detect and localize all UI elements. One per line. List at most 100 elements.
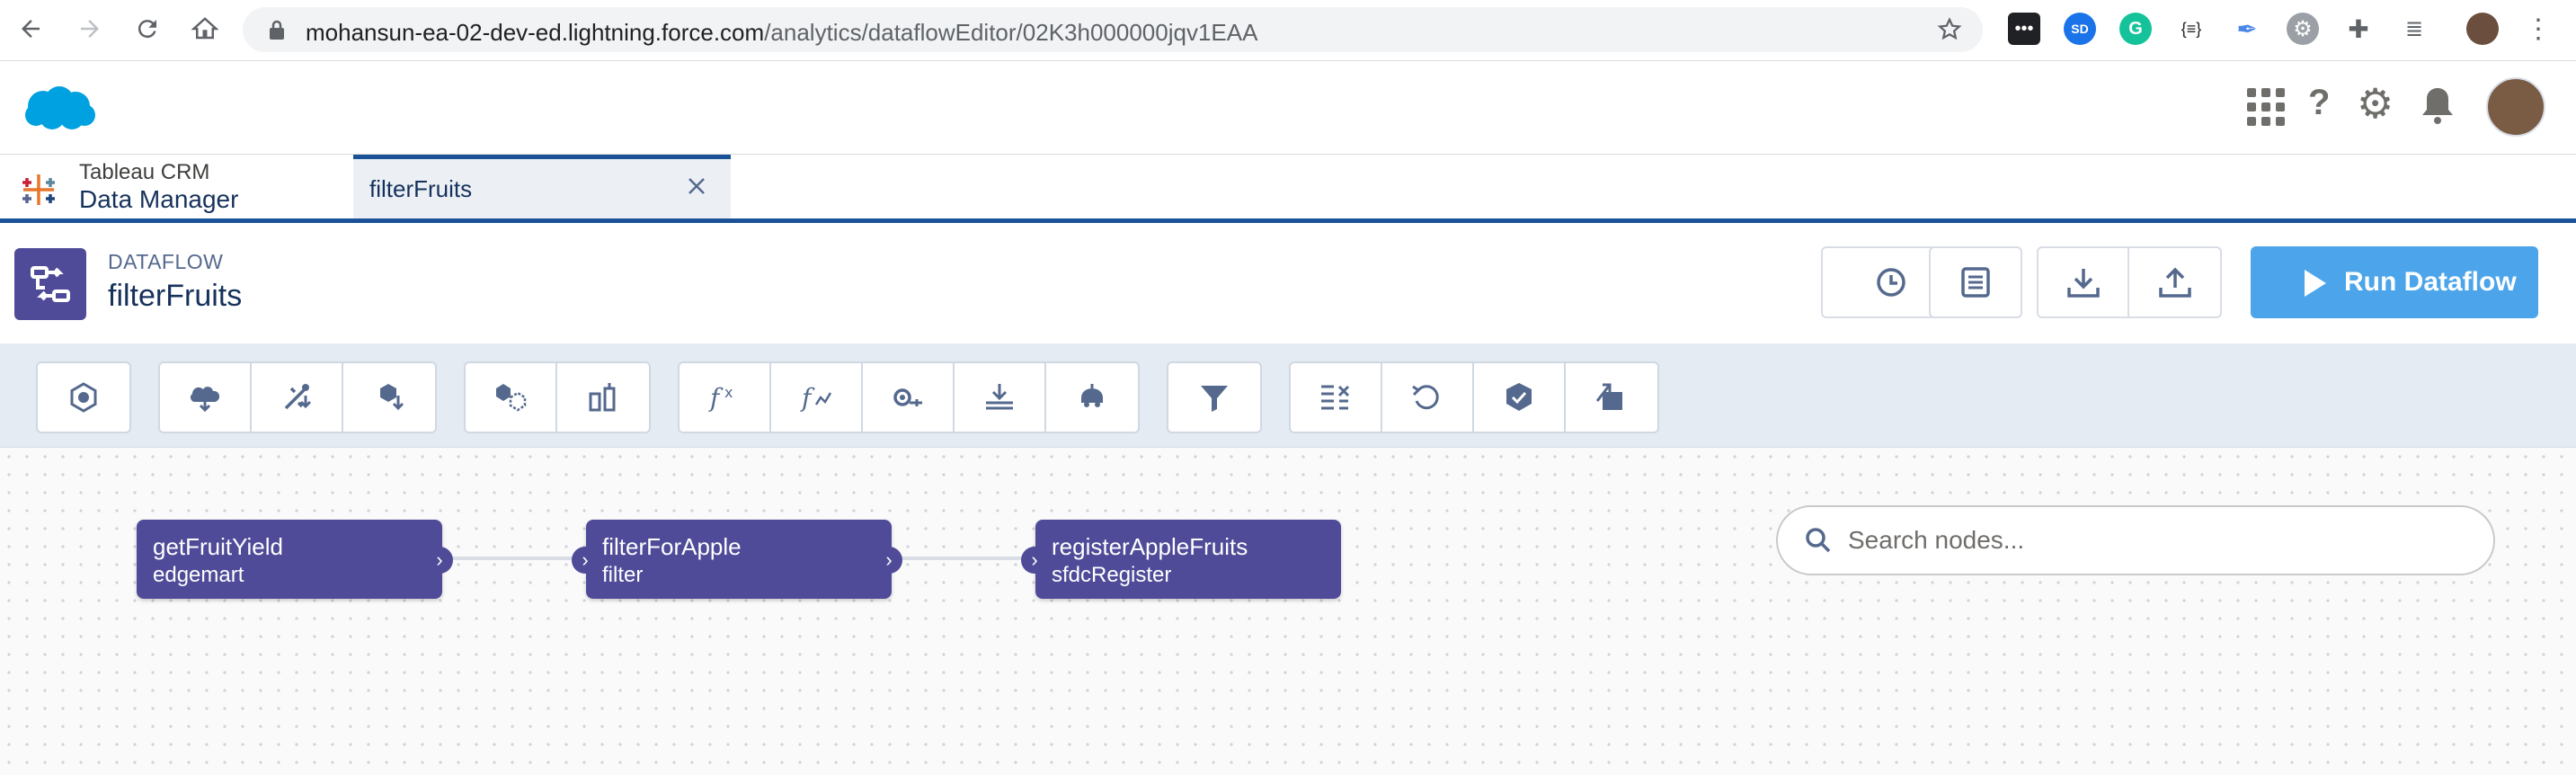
tab-filterfruits[interactable]: filterFruits [353, 155, 731, 218]
flatten-button[interactable] [955, 363, 1046, 432]
toolbar-group-sources [158, 361, 437, 433]
digest-button[interactable] [252, 363, 343, 432]
slice-dataset-icon [1321, 385, 1350, 410]
compute-relative-icon: f [800, 383, 832, 413]
download-button[interactable] [2039, 248, 2130, 316]
page-title: filterFruits [108, 279, 243, 313]
play-icon [2305, 270, 2326, 297]
media-queue-icon[interactable]: ≣ [2398, 13, 2430, 45]
compute-expression-button[interactable]: fx [680, 363, 771, 432]
search-icon [1806, 528, 1831, 553]
user-avatar[interactable] [2486, 77, 2545, 137]
dataflow-icon [14, 248, 86, 320]
node-getfruityield[interactable]: getFruitYield edgemart [137, 520, 442, 599]
edgemart-button[interactable] [343, 363, 435, 432]
ext-json-icon[interactable]: {≡} [2175, 13, 2207, 45]
page-header: DATAFLOW filterFruits Run Dataflow [0, 223, 2576, 343]
edgemart-icon [380, 384, 404, 411]
download-upload-group [2037, 246, 2222, 318]
dataflow-canvas[interactable]: getFruitYield edgemart › filterForApple … [0, 448, 2576, 775]
svg-text:f: f [708, 383, 724, 413]
node-type: sfdcRegister [1052, 563, 1172, 587]
export-button[interactable] [1566, 363, 1657, 432]
node-registerapplefruits[interactable]: registerAppleFruits sfdcRegister [1035, 520, 1341, 599]
close-tab-icon[interactable] [686, 175, 707, 201]
salesforce-logo[interactable] [22, 83, 97, 139]
notifications-bell-icon[interactable] [2420, 86, 2456, 129]
filter-icon [1201, 386, 1228, 412]
node-name: getFruitYield [153, 533, 283, 560]
dataset-builder-button[interactable] [38, 363, 129, 432]
prediction-icon [1081, 384, 1103, 407]
filter-button[interactable] [1168, 363, 1260, 432]
forward-icon[interactable] [72, 11, 108, 47]
compute-expression-icon: fx [708, 383, 733, 413]
edge-connector [892, 557, 1035, 560]
browser-menu-icon[interactable]: ⋮ [2522, 13, 2554, 45]
toolbar-group-transform: fx f [678, 361, 1140, 433]
augment-button[interactable] [557, 363, 649, 432]
svg-text:f: f [800, 383, 815, 413]
global-header: ? ⚙ [0, 61, 2576, 155]
download-icon [2066, 269, 2100, 298]
node-input-chevron-icon[interactable]: › [572, 547, 599, 574]
node-name: registerAppleFruits [1052, 533, 1248, 560]
dataset-builder-icon [70, 382, 97, 413]
toolbar-group-combine [464, 361, 651, 433]
bookmark-star-icon[interactable] [1936, 16, 1963, 48]
digest-icon [284, 384, 312, 410]
compute-relative-button[interactable]: f [771, 363, 863, 432]
export-icon [1595, 383, 1622, 410]
ext-dots-icon[interactable]: ••• [2008, 13, 2040, 45]
history-clock-icon [1877, 268, 1905, 297]
help-icon[interactable]: ? [2308, 83, 2330, 123]
toolbar-group-builder [36, 361, 131, 433]
ext-gear-icon[interactable]: ⚙ [2287, 13, 2319, 45]
reload-icon[interactable] [129, 11, 165, 47]
back-icon[interactable] [13, 11, 49, 47]
search-nodes-input[interactable] [1848, 526, 2459, 555]
home-icon[interactable] [187, 11, 223, 47]
app-brand-line1: Tableau CRM [79, 160, 210, 184]
app-tab-bar: Tableau CRM Data Manager filterFruits [0, 155, 2576, 223]
tab-label: filterFruits [369, 175, 473, 202]
document-icon [1961, 267, 1990, 298]
app-brand-line2: Data Manager [79, 185, 239, 213]
update-button[interactable] [1382, 363, 1474, 432]
dim2mea-icon [893, 388, 922, 406]
prediction-button[interactable] [1046, 363, 1138, 432]
run-dataflow-button[interactable]: Run Dataflow [2251, 246, 2538, 318]
setup-gear-icon[interactable]: ⚙ [2357, 81, 2394, 126]
sfdc-digest-icon [191, 387, 220, 413]
address-bar[interactable]: mohansun-ea-02-dev-ed.lightning.force.co… [243, 7, 1983, 52]
browser-bar: mohansun-ea-02-dev-ed.lightning.force.co… [0, 0, 2576, 61]
append-button[interactable] [466, 363, 557, 432]
sfdc-register-button[interactable] [1474, 363, 1566, 432]
node-input-chevron-icon[interactable]: › [1021, 547, 1048, 574]
update-icon [1412, 385, 1439, 410]
url-text: mohansun-ea-02-dev-ed.lightning.force.co… [306, 19, 1258, 46]
extensions-puzzle-icon[interactable]: ✚ [2342, 13, 2375, 45]
upload-button[interactable] [2129, 248, 2220, 316]
node-output-chevron-icon[interactable]: › [426, 547, 453, 574]
ext-grammarly-icon[interactable]: G [2119, 13, 2152, 45]
profile-avatar[interactable] [2466, 13, 2499, 45]
node-filterforapple[interactable]: filterForApple filter [586, 520, 892, 599]
json-view-button[interactable] [1929, 246, 2022, 318]
flatten-icon [986, 384, 1013, 410]
node-output-chevron-icon[interactable]: › [875, 547, 902, 574]
slice-dataset-button[interactable] [1291, 363, 1382, 432]
edge-connector [442, 557, 586, 560]
lock-icon [268, 19, 286, 45]
page-eyebrow: DATAFLOW [108, 250, 224, 273]
ext-feather-icon[interactable]: ✒ [2231, 13, 2263, 45]
app-launcher-icon[interactable] [2247, 88, 2285, 130]
dim2mea-button[interactable] [863, 363, 955, 432]
search-nodes-field[interactable] [1776, 505, 2495, 575]
node-type: edgemart [153, 563, 244, 587]
svg-text:x: x [724, 384, 733, 401]
ext-salesforce-sd-icon[interactable]: SD [2064, 13, 2096, 45]
sfdc-register-icon [1506, 383, 1532, 411]
sfdc-digest-button[interactable] [160, 363, 252, 432]
run-dataflow-label: Run Dataflow [2344, 267, 2517, 297]
